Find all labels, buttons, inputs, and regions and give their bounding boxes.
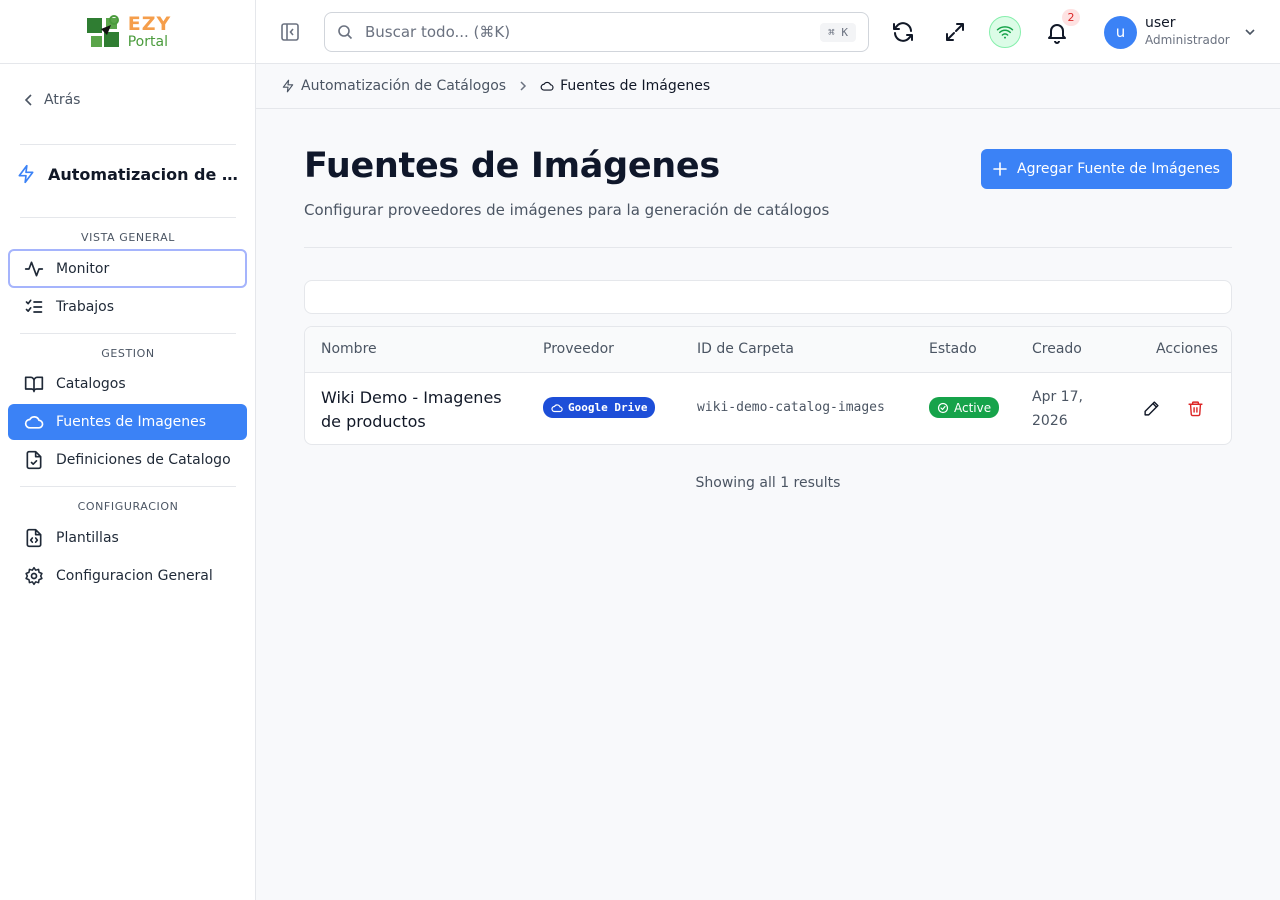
- table-header: Nombre Proveedor ID de Carpeta Estado Cr…: [305, 327, 1231, 373]
- column-header-name[interactable]: Nombre: [321, 341, 377, 357]
- divider: [20, 486, 236, 487]
- breadcrumb-parent[interactable]: Automatización de Catálogos: [281, 78, 506, 94]
- pencil-icon: [1143, 400, 1159, 416]
- logo-text-portal: Portal: [127, 33, 168, 50]
- wifi-icon: [996, 26, 1014, 39]
- user-role: Administrador: [1145, 33, 1230, 47]
- bolt-icon: [18, 164, 34, 184]
- chevron-left-icon: [24, 94, 32, 106]
- back-label: Atrás: [44, 92, 81, 108]
- sidebar-toggle-icon[interactable]: [280, 22, 300, 42]
- sidebar-item-label: Definiciones de Catalogo: [56, 452, 231, 468]
- logo-text-ezy: EZY: [127, 12, 172, 35]
- sidebar-item-catalog-definitions[interactable]: Definiciones de Catalogo: [8, 442, 247, 478]
- logo[interactable]: EZY Portal: [0, 0, 255, 64]
- sidebar-item-label: Fuentes de Imagenes: [56, 414, 207, 430]
- sidebar-item-label: Trabajos: [56, 299, 115, 315]
- back-link[interactable]: Atrás: [24, 92, 80, 108]
- sidebar-item-monitor[interactable]: Monitor: [8, 249, 247, 288]
- trash-icon: [1187, 400, 1203, 416]
- search-input[interactable]: [365, 23, 821, 41]
- user-name: user: [1145, 15, 1176, 31]
- page-title: Fuentes de Imágenes: [304, 146, 720, 186]
- row-name: Wiki Demo - Imagenes de productos: [321, 388, 502, 431]
- table-row[interactable]: Wiki Demo - Imagenes de productos Google…: [305, 373, 1231, 444]
- add-button-label: Agregar Fuente de Imágenes: [1017, 161, 1220, 177]
- breadcrumb-parent-label: Automatización de Catálogos: [301, 78, 507, 94]
- cloud-icon: [540, 81, 554, 91]
- notification-badge: 2: [1062, 9, 1080, 26]
- divider: [304, 247, 1232, 248]
- divider: [20, 217, 236, 218]
- bolt-icon: [282, 79, 294, 93]
- column-header-provider[interactable]: Proveedor: [543, 341, 614, 357]
- module-title: Automatizacion de Catalogos: [16, 164, 242, 184]
- sidebar-item-catalogs[interactable]: Catalogos: [8, 366, 247, 402]
- logo-icon: [84, 12, 124, 52]
- provider-badge: Google Drive: [543, 397, 656, 418]
- search-icon: [338, 25, 353, 40]
- expand-icon[interactable]: [943, 20, 967, 44]
- section-label-config: CONFIGURACION: [77, 500, 179, 513]
- column-header-status[interactable]: Estado: [929, 341, 977, 357]
- sidebar-item-templates[interactable]: Plantillas: [8, 520, 247, 556]
- activity-icon: [24, 261, 44, 276]
- sidebar-item-label: Catalogos: [56, 376, 126, 392]
- status-badge: Active: [929, 397, 1000, 418]
- breadcrumb: Automatización de Catálogos Fuentes de I…: [256, 64, 1280, 109]
- add-image-source-button[interactable]: Agregar Fuente de Imágenes: [981, 149, 1232, 189]
- breadcrumb-current-label: Fuentes de Imágenes: [560, 78, 711, 94]
- column-header-created[interactable]: Creado: [1032, 341, 1082, 357]
- sidebar-item-label: Plantillas: [56, 530, 119, 546]
- edit-button[interactable]: [1140, 397, 1162, 419]
- sidebar-item-image-sources[interactable]: Fuentes de Imagenes: [8, 404, 247, 440]
- file-code-icon: [26, 528, 42, 548]
- connection-status[interactable]: [989, 16, 1021, 48]
- file-check-icon: [26, 450, 42, 470]
- image-sources-table: Nombre Proveedor ID de Carpeta Estado Cr…: [304, 326, 1232, 445]
- results-count: Showing all 1 results: [695, 475, 841, 491]
- user-menu[interactable]: u user Administrador: [1104, 15, 1256, 49]
- cloud-icon: [551, 403, 563, 412]
- row-folder-id: wiki-demo-catalog-images: [697, 400, 885, 415]
- divider: [20, 144, 236, 145]
- refresh-icon[interactable]: [891, 20, 915, 44]
- row-created: Apr 17, 2026: [1032, 389, 1083, 429]
- column-header-folder-id[interactable]: ID de Carpeta: [697, 341, 794, 357]
- sidebar-item-jobs[interactable]: Trabajos: [8, 289, 247, 325]
- section-label-management: GESTION: [101, 347, 155, 360]
- delete-button[interactable]: [1184, 397, 1206, 419]
- section-label-overview: VISTA GENERAL: [81, 231, 175, 244]
- column-header-actions: Acciones: [1156, 341, 1218, 357]
- sidebar: EZY Portal Atrás Automatizacion de Catal…: [0, 0, 256, 900]
- chevron-right-icon: [520, 81, 527, 91]
- avatar: u: [1104, 15, 1137, 49]
- divider: [20, 333, 236, 334]
- filter-bar[interactable]: [304, 280, 1232, 314]
- page-subtitle: Configurar proveedores de imágenes para …: [304, 201, 830, 219]
- book-open-icon: [24, 376, 44, 393]
- sidebar-item-label: Configuracion General: [56, 568, 213, 584]
- module-title-text: Automatizacion de Catalogos: [48, 164, 240, 184]
- cloud-icon: [24, 416, 44, 429]
- gear-icon: [25, 566, 43, 586]
- sidebar-item-label: Monitor: [56, 260, 110, 277]
- chevron-down-icon: [1245, 29, 1255, 36]
- sidebar-item-general-settings[interactable]: Configuracion General: [8, 558, 247, 594]
- status-label: Active: [954, 400, 992, 415]
- top-bar: ⌘ K 2 u user Administrador: [256, 0, 1280, 64]
- search-shortcut: ⌘ K: [820, 22, 856, 42]
- list-checks-icon: [25, 299, 43, 313]
- provider-label: Google Drive: [568, 401, 648, 414]
- check-circle-icon: [937, 402, 949, 413]
- plus-icon: [993, 162, 1007, 176]
- search-bar[interactable]: ⌘ K: [324, 12, 869, 52]
- breadcrumb-current: Fuentes de Imágenes: [540, 78, 710, 94]
